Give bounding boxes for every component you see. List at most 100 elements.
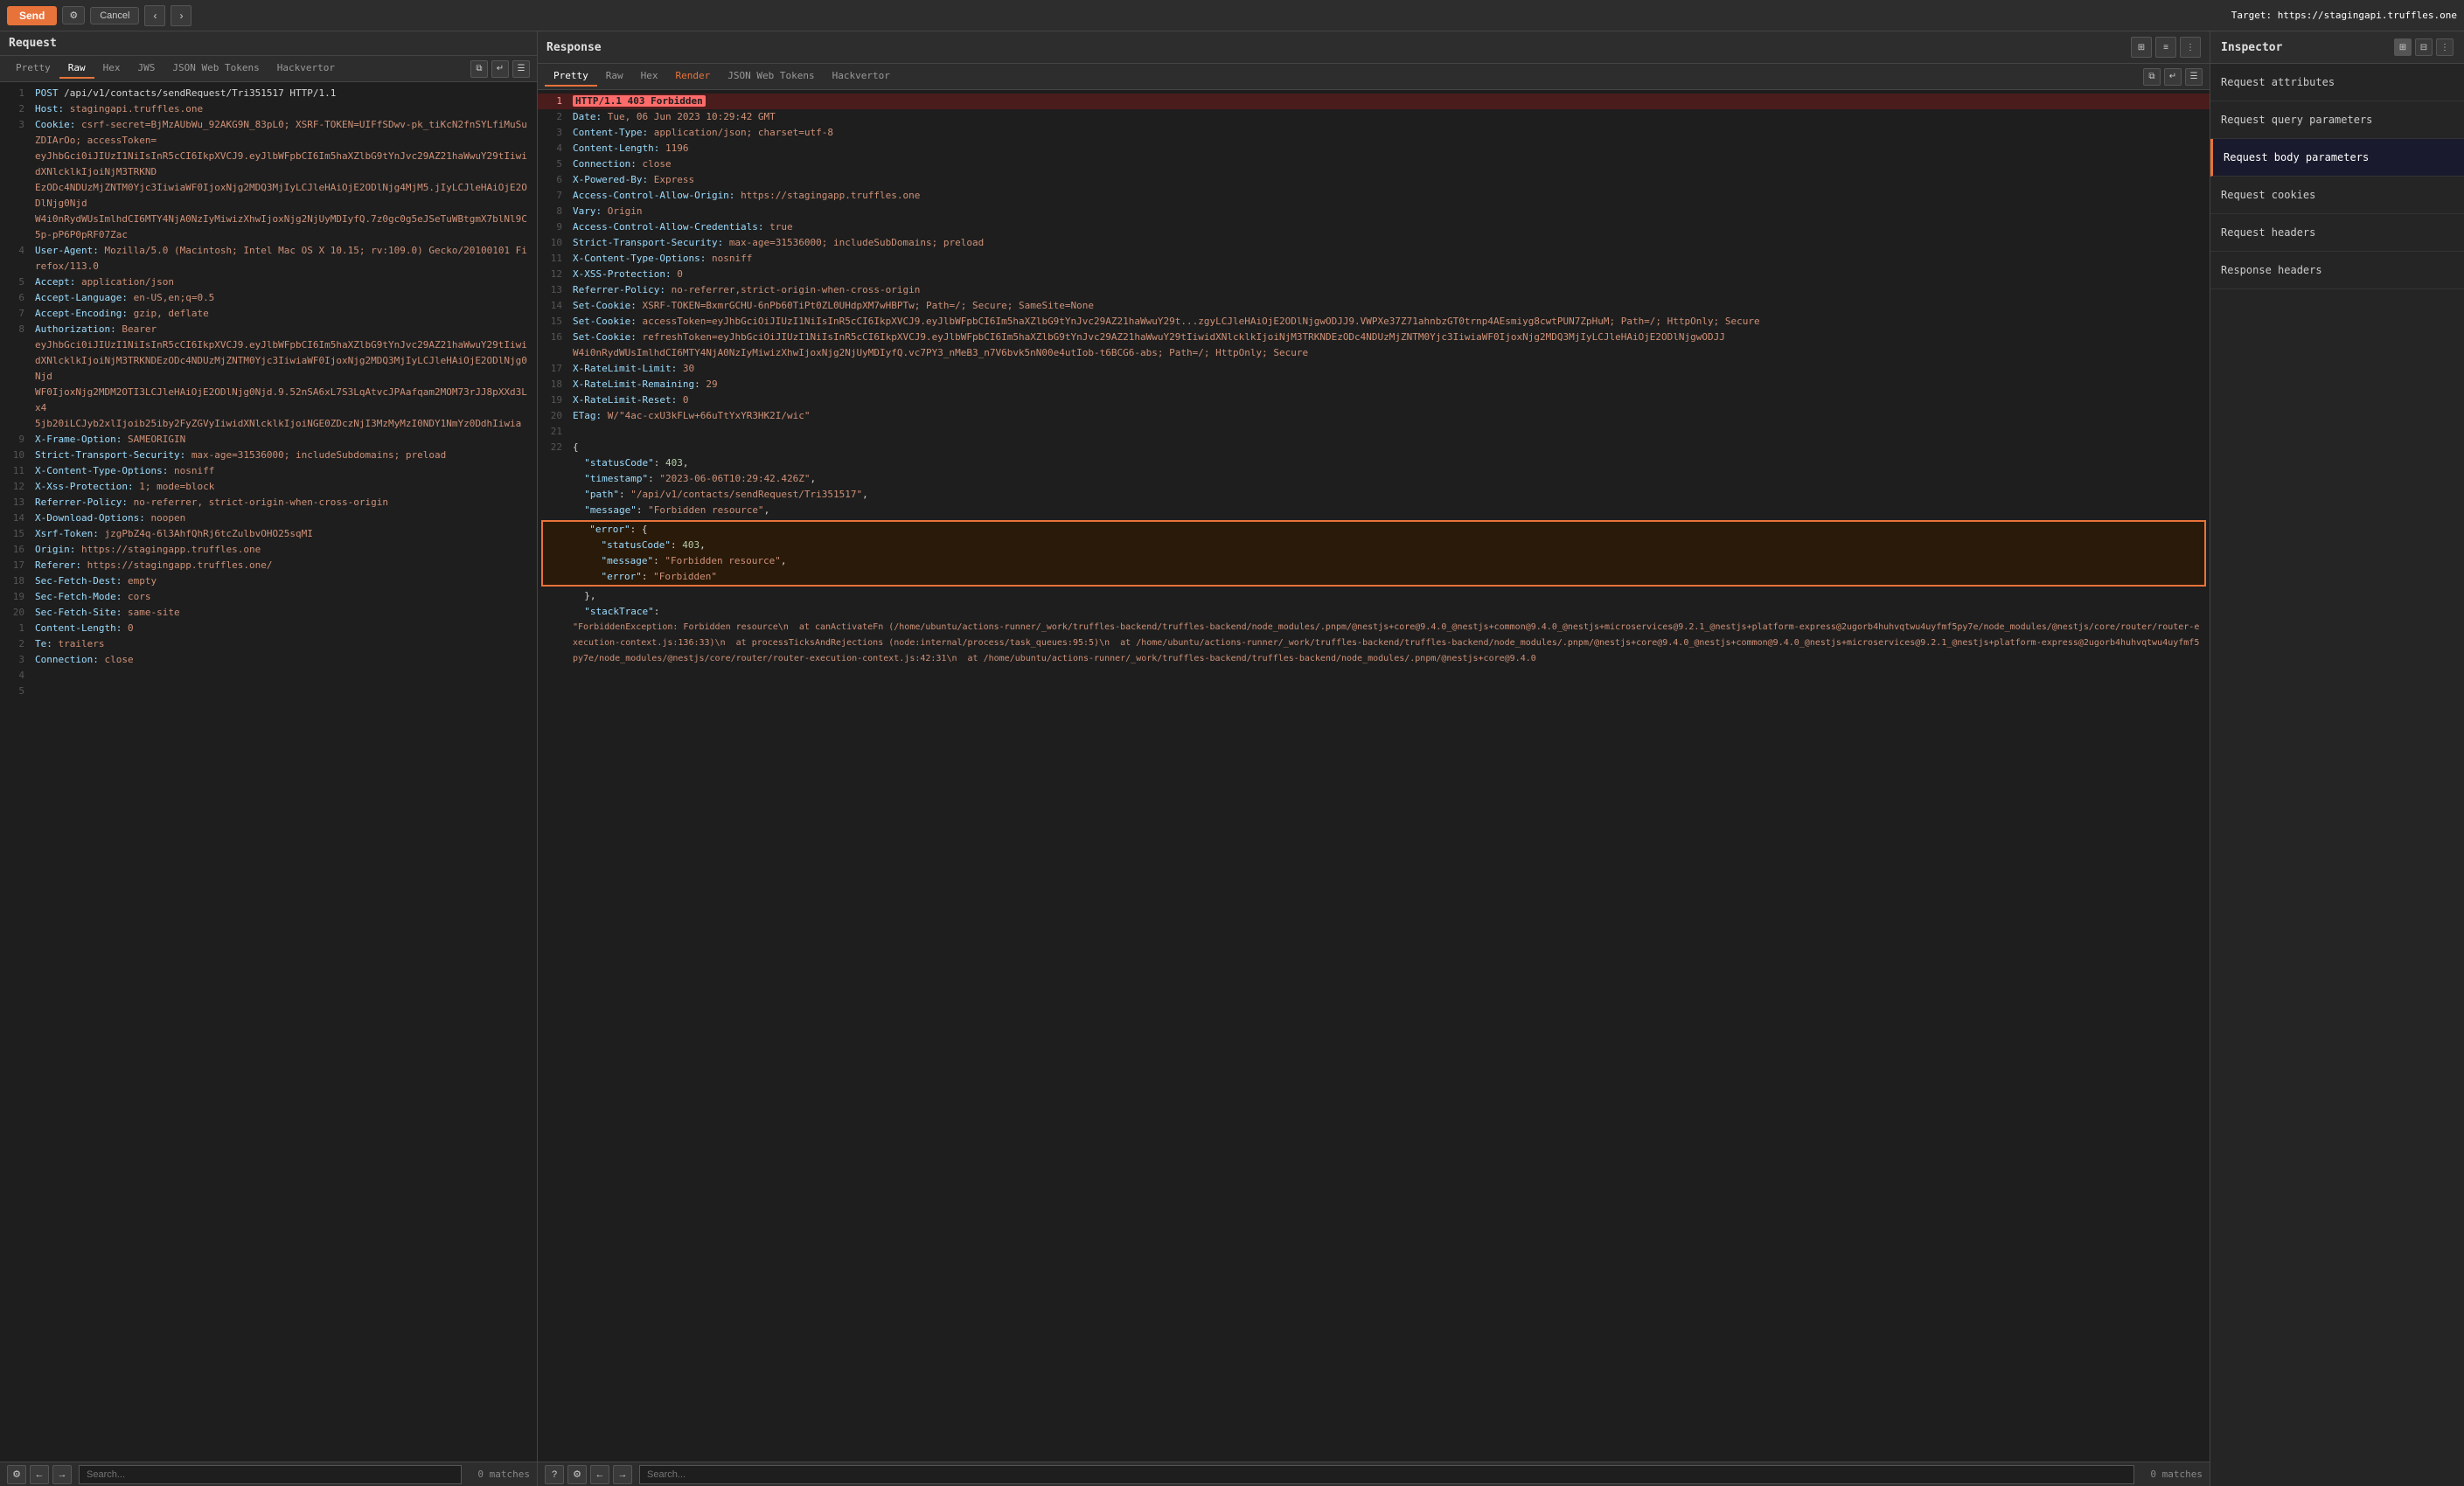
inspector-panel-header: Inspector ⊞ ⊟ ⋮	[2210, 31, 2464, 64]
resp-line-status: 1 HTTP/1.1 403 Forbidden	[538, 94, 2210, 109]
req-line-1: 1 POST /api/v1/contacts/sendRequest/Tri3…	[0, 86, 537, 101]
response-wrap-button[interactable]: ↵	[2164, 68, 2182, 86]
request-copy-button[interactable]: ⧉	[470, 60, 488, 78]
resp-tab-raw[interactable]: Raw	[597, 66, 632, 87]
req-line-16: 16 Origin: https://stagingapp.truffles.o…	[0, 542, 537, 558]
request-wrap-button[interactable]: ↵	[491, 60, 509, 78]
inspector-item-request-query-parameters[interactable]: Request query parameters	[2210, 101, 2464, 139]
resp-line-15: 15 Set-Cookie: accessToken=eyJhbGciOiJIU…	[538, 314, 2210, 330]
resp-line-17: 17 X-RateLimit-Limit: 30	[538, 361, 2210, 377]
settings-icon-button[interactable]: ⚙	[62, 6, 85, 24]
response-settings-icon[interactable]: ⚙	[567, 1465, 587, 1484]
cancel-button[interactable]: Cancel	[90, 7, 139, 24]
req-line-15: 15 Xsrf-Token: jzgPbZ4q-6l3AhfQhRj6tcZul…	[0, 526, 537, 542]
inspector-item-request-headers[interactable]: Request headers	[2210, 214, 2464, 252]
resp-json-error-statusCode: "statusCode": 403,	[543, 538, 2204, 553]
resp-line-9: 9 Access-Control-Allow-Credentials: true	[538, 219, 2210, 235]
req-line-8: 8 Authorization: Bearer	[0, 322, 537, 337]
response-panel: Response ⊞ ≡ ⋮ Pretty Raw Hex Render JSO…	[538, 31, 2210, 1486]
response-list-view-button[interactable]: ≡	[2155, 37, 2176, 58]
response-help-icon[interactable]: ?	[545, 1465, 564, 1484]
response-panel-menu-button[interactable]: ⋮	[2180, 37, 2201, 58]
toolbar: Send ⚙ Cancel ‹ › Target: https://stagin…	[0, 0, 2464, 31]
response-tab-icons: ⧉ ↵ ☰	[2143, 68, 2203, 86]
tab-pretty[interactable]: Pretty	[7, 59, 59, 79]
req-line-3: 3 Cookie: csrf-secret=BjMzAUbWu_92AKG9N_…	[0, 117, 537, 149]
req-line-17: 17 Referer: https://stagingapp.truffles.…	[0, 558, 537, 573]
resp-json-error-open: "error": {	[543, 522, 2204, 538]
resp-line-21: 21	[538, 424, 2210, 440]
req-line-19: 19 Sec-Fetch-Mode: cors	[0, 589, 537, 605]
main-content: Request Pretty Raw Hex JWS JSON Web Toke…	[0, 31, 2464, 1486]
response-menu-button[interactable]: ☰	[2185, 68, 2203, 86]
resp-tab-jwt[interactable]: JSON Web Tokens	[719, 66, 823, 87]
inspector-item-request-cookies[interactable]: Request cookies	[2210, 177, 2464, 214]
req-line-8c: WF0IjoxNjg2MDM2OTI3LCJleHAiOjE2ODlNjg0Nj…	[0, 385, 537, 416]
tab-jwt[interactable]: JSON Web Tokens	[164, 59, 268, 79]
req-line-10: 10 Strict-Transport-Security: max-age=31…	[0, 448, 537, 463]
inspector-menu-button[interactable]: ⋮	[2436, 38, 2454, 56]
back-arrow-button[interactable]: ‹	[144, 5, 165, 26]
resp-line-3: 3 Content-Type: application/json; charse…	[538, 125, 2210, 141]
response-grid-view-button[interactable]: ⊞	[2131, 37, 2152, 58]
resp-json-error-error: "error": "Forbidden"	[543, 569, 2204, 585]
resp-json-error-close: },	[538, 588, 2210, 604]
req-line-14: 14 X-Download-Options: noopen	[0, 510, 537, 526]
req-line-6: 6 Accept-Language: en-US,en;q=0.5	[0, 290, 537, 306]
request-code-area[interactable]: 1 POST /api/v1/contacts/sendRequest/Tri3…	[0, 82, 537, 1462]
resp-line-6: 6 X-Powered-By: Express	[538, 172, 2210, 188]
inspector-view1-button[interactable]: ⊞	[2394, 38, 2412, 56]
target-url-label: Target: https://stagingapi.truffles.one	[2231, 10, 2457, 21]
request-settings-icon[interactable]: ⚙	[7, 1465, 26, 1484]
resp-json-message: "message": "Forbidden resource",	[538, 503, 2210, 518]
forward-arrow-button[interactable]: ›	[171, 5, 191, 26]
response-search-input[interactable]	[639, 1465, 2134, 1484]
tab-hackvertor[interactable]: Hackvertor	[268, 59, 344, 79]
inspector-header-icons: ⊞ ⊟ ⋮	[2394, 38, 2454, 56]
response-back-icon[interactable]: ←	[590, 1465, 609, 1484]
inspector-item-request-body-parameters[interactable]: Request body parameters	[2210, 139, 2464, 177]
request-back-icon[interactable]: ←	[30, 1465, 49, 1484]
request-search-input[interactable]	[79, 1465, 462, 1484]
resp-line-5: 5 Connection: close	[538, 156, 2210, 172]
resp-line-12: 12 X-XSS-Protection: 0	[538, 267, 2210, 282]
tab-hex[interactable]: Hex	[94, 59, 129, 79]
req-line-3d: W4i0nRydWUsImlhdCI6MTY4NjA0NzIyMiwizXhwI…	[0, 212, 537, 243]
resp-line-7: 7 Access-Control-Allow-Origin: https://s…	[538, 188, 2210, 204]
inspector-item-response-headers[interactable]: Response headers	[2210, 252, 2464, 289]
resp-line-16b: W4i0nRydWUsImlhdCI6MTY4NjA0NzIyMiwizXhwI…	[538, 345, 2210, 361]
response-copy-button[interactable]: ⧉	[2143, 68, 2161, 86]
resp-line-2: 2 Date: Tue, 06 Jun 2023 10:29:42 GMT	[538, 109, 2210, 125]
resp-line-8: 8 Vary: Origin	[538, 204, 2210, 219]
response-code-area[interactable]: 1 HTTP/1.1 403 Forbidden 2 Date: Tue, 06…	[538, 90, 2210, 1462]
req-line-3c: EzODc4NDUzMjZNTM0Yjc3IiwiaWF0IjoxNjg2MDQ…	[0, 180, 537, 212]
resp-tab-pretty[interactable]: Pretty	[545, 66, 597, 87]
inspector-item-request-attributes[interactable]: Request attributes	[2210, 64, 2464, 101]
request-status-bar: ⚙ ← → 0 matches	[0, 1462, 537, 1486]
req-line-2: 2 Host: stagingapi.truffles.one	[0, 101, 537, 117]
req-line-blank2: 5	[0, 684, 537, 699]
request-status-icons: ⚙ ← →	[7, 1465, 72, 1484]
resp-line-20: 20 ETag: W/"4ac-cxU3kFLw+66uTtYxYR3HK2I/…	[538, 408, 2210, 424]
tab-jws[interactable]: JWS	[129, 59, 164, 79]
request-title: Request	[9, 37, 57, 50]
request-tab-icons: ⧉ ↵ ☰	[470, 60, 530, 78]
response-tab-bar: Pretty Raw Hex Render JSON Web Tokens Ha…	[538, 64, 2210, 90]
send-button[interactable]: Send	[7, 6, 57, 25]
response-forward-icon[interactable]: →	[613, 1465, 632, 1484]
req-line-22: 2 Te: trailers	[0, 636, 537, 652]
tab-raw[interactable]: Raw	[59, 59, 94, 79]
request-menu-button[interactable]: ☰	[512, 60, 530, 78]
req-line-12: 12 X-Xss-Protection: 1; mode=block	[0, 479, 537, 495]
request-forward-icon[interactable]: →	[52, 1465, 72, 1484]
resp-tab-render[interactable]: Render	[667, 66, 720, 87]
request-panel: Request Pretty Raw Hex JWS JSON Web Toke…	[0, 31, 538, 1486]
inspector-view2-button[interactable]: ⊟	[2415, 38, 2433, 56]
resp-json-error-message: "message": "Forbidden resource",	[543, 553, 2204, 569]
resp-tab-hex[interactable]: Hex	[632, 66, 667, 87]
req-line-5: 5 Accept: application/json	[0, 274, 537, 290]
resp-tab-hackvertor[interactable]: Hackvertor	[824, 66, 899, 87]
resp-json-stackTrace-val: "ForbiddenException: Forbidden resource\…	[538, 620, 2210, 667]
request-matches-count: 0 matches	[469, 1469, 530, 1480]
response-status-bar: ? ⚙ ← → 0 matches	[538, 1462, 2210, 1486]
